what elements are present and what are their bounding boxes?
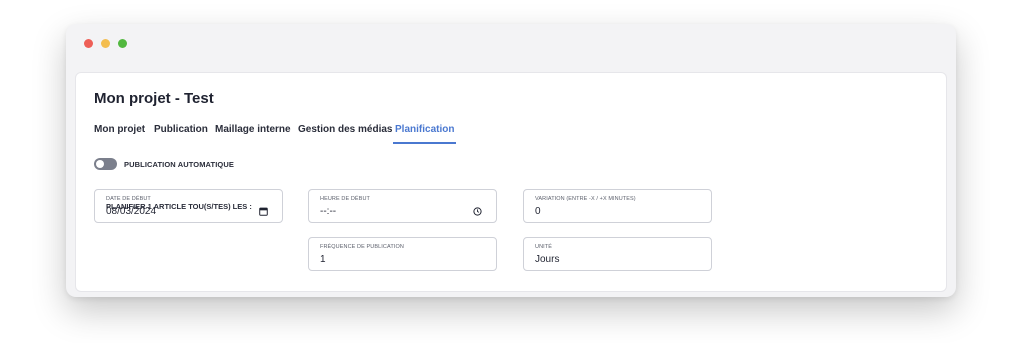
variation-field[interactable]: VARIATION (ENTRE -X / +X MINUTES) 0: [523, 189, 712, 223]
schedule-label: PLANIFIER 1 ARTICLE TOU(S/TES) LES :: [106, 202, 252, 211]
unit-label: UNITÉ: [535, 244, 552, 250]
start-time-field[interactable]: HEURE DE DÉBUT --:--: [308, 189, 497, 223]
frequency-label: FRÉQUENCE DE PUBLICATION: [320, 244, 404, 250]
tab-publication[interactable]: Publication: [154, 124, 208, 135]
toggle-knob: [96, 160, 104, 168]
tab-planification[interactable]: Planification: [392, 124, 457, 144]
project-card: Mon projet - Test Mon projet Publication…: [75, 72, 947, 292]
auto-publish-label: PUBLICATION AUTOMATIQUE: [124, 160, 234, 169]
minimize-window-button[interactable]: [101, 39, 110, 48]
clock-icon[interactable]: [473, 207, 482, 216]
tab-gestion-des-medias[interactable]: Gestion des médias: [298, 124, 392, 135]
unit-field[interactable]: UNITÉ Jours: [523, 237, 712, 271]
frequency-field[interactable]: FRÉQUENCE DE PUBLICATION 1: [308, 237, 497, 271]
maximize-window-button[interactable]: [118, 39, 127, 48]
variation-value: 0: [535, 206, 541, 217]
tab-mon-projet[interactable]: Mon projet: [94, 124, 145, 135]
app-window: Mon projet - Test Mon projet Publication…: [66, 24, 956, 297]
calendar-icon[interactable]: [259, 207, 268, 216]
unit-value: Jours: [535, 254, 560, 265]
title-bar: [66, 24, 956, 64]
start-time-value: --:--: [320, 206, 337, 217]
page-title: Mon projet - Test: [94, 90, 214, 107]
start-time-label: HEURE DE DÉBUT: [320, 196, 370, 202]
close-window-button[interactable]: [84, 39, 93, 48]
frequency-value: 1: [320, 254, 326, 265]
auto-publish-toggle[interactable]: [94, 158, 117, 170]
tab-maillage-interne[interactable]: Maillage interne: [215, 124, 291, 135]
variation-label: VARIATION (ENTRE -X / +X MINUTES): [535, 196, 636, 202]
